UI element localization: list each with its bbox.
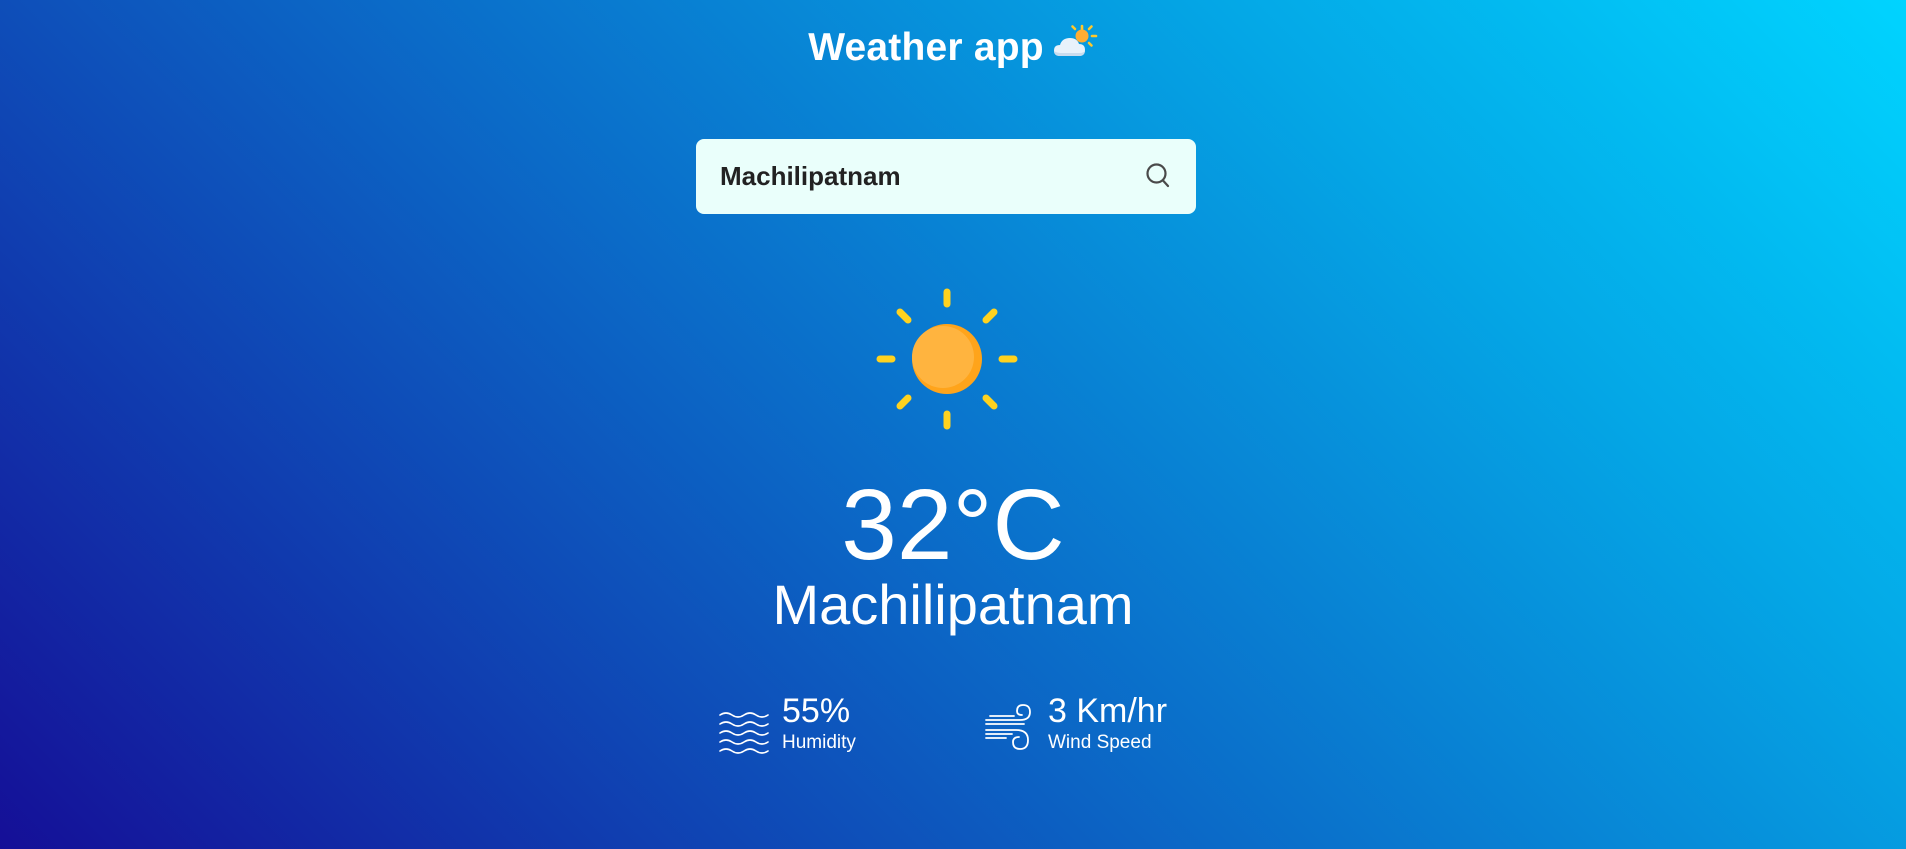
search-icon[interactable] (1144, 161, 1172, 191)
search-bar (696, 139, 1196, 214)
humidity-detail: 55% Humidity (718, 690, 856, 756)
humidity-value: 55% (782, 692, 851, 730)
weather-app: Weather app Machilipatnam 32°C Machilipa… (0, 0, 1906, 849)
wind-value: 3 Km/hr (1048, 692, 1168, 730)
humidity-waves-icon (719, 712, 769, 754)
city-name: Machilipatnam (772, 573, 1134, 636)
header: Weather app (0, 24, 1906, 70)
humidity-label: Humidity (782, 732, 856, 753)
wind-detail: 3 Km/hr Wind Speed (984, 690, 1167, 756)
wind-icon (985, 704, 1031, 750)
temperature: 32°C (841, 469, 1065, 581)
search-input[interactable] (720, 139, 1120, 214)
app-title: Weather app (808, 26, 1044, 69)
wind-text: 3 Km/hr Wind Speed (1048, 690, 1167, 754)
sun-icon (876, 288, 1018, 430)
weather-details: 55% Humidity 3 Km/hr Wind Speed (0, 690, 1906, 760)
partly-cloudy-icon (1053, 24, 1098, 56)
wind-label: Wind Speed (1048, 732, 1152, 753)
humidity-text: 55% Humidity (782, 690, 856, 754)
